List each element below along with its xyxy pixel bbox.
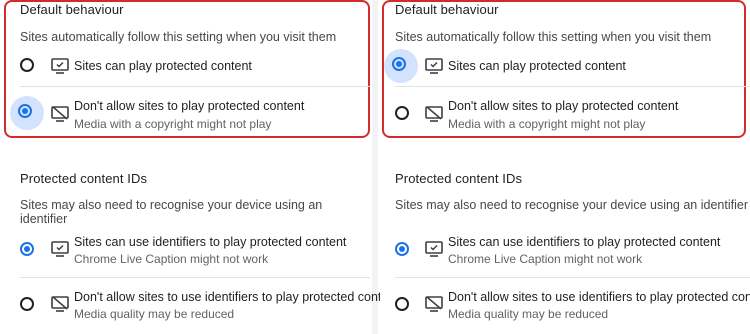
allow-identifiers-label: Sites can use identifiers to play protec… (448, 235, 721, 249)
radio-block-identifiers[interactable] (20, 297, 34, 311)
separator (395, 277, 750, 278)
block-label: Don't allow sites to play protected cont… (74, 99, 305, 113)
panel-divider (372, 0, 378, 334)
block-identifiers-label: Don't allow sites to use identifiers to … (448, 290, 750, 304)
monitor-blocked-icon (425, 106, 443, 122)
block-sublabel: Media with a copyright might not play (74, 117, 272, 131)
radio-block[interactable] (395, 106, 409, 120)
block-identifiers-sublabel: Media quality may be reduced (448, 307, 609, 321)
monitor-check-icon (425, 241, 443, 257)
option-allow-identifiers[interactable]: Sites can use identifiers to play protec… (380, 230, 750, 270)
allow-label: Sites can play protected content (74, 59, 252, 73)
separator (395, 86, 750, 87)
radio-block-identifiers[interactable] (395, 297, 409, 311)
separator (20, 277, 370, 278)
option-block-identifiers[interactable]: Don't allow sites to use identifiers to … (380, 285, 750, 325)
monitor-check-icon (51, 58, 69, 74)
allow-label: Sites can play protected content (448, 59, 626, 73)
allow-identifiers-label: Sites can use identifiers to play protec… (74, 235, 347, 249)
monitor-blocked-icon (425, 296, 443, 312)
option-block-protected-content[interactable]: Don't allow sites to play protected cont… (380, 94, 750, 134)
allow-identifiers-sublabel: Chrome Live Caption might not work (74, 252, 269, 266)
settings-panel-after: Default behaviour Sites automatically fo… (380, 0, 750, 334)
radio-allow[interactable] (20, 58, 34, 72)
default-behaviour-heading: Default behaviour (395, 2, 499, 17)
default-behaviour-description: Sites automatically follow this setting … (395, 30, 712, 44)
option-block-protected-content[interactable]: Don't allow sites to play protected cont… (0, 94, 370, 134)
block-identifiers-sublabel: Media quality may be reduced (74, 307, 235, 321)
option-allow-protected-content[interactable]: Sites can play protected content (380, 48, 750, 88)
selected-halo (10, 96, 44, 130)
protected-ids-description: Sites may also need to recognise your de… (395, 198, 748, 212)
allow-identifiers-sublabel: Chrome Live Caption might not work (448, 252, 643, 266)
separator (20, 86, 370, 87)
radio-allow[interactable] (392, 57, 406, 71)
protected-ids-heading: Protected content IDs (395, 171, 523, 186)
monitor-blocked-icon (51, 296, 69, 312)
selected-halo (384, 49, 418, 83)
protected-ids-description: Sites may also need to recognise your de… (20, 198, 323, 226)
monitor-check-icon (425, 58, 443, 74)
block-identifiers-label: Don't allow sites to use identifiers to … (74, 290, 399, 304)
option-block-identifiers[interactable]: Don't allow sites to use identifiers to … (0, 285, 399, 325)
monitor-blocked-icon (51, 106, 69, 122)
default-behaviour-description: Sites automatically follow this setting … (20, 30, 337, 44)
block-sublabel: Media with a copyright might not play (448, 117, 646, 131)
option-allow-protected-content[interactable]: Sites can play protected content (0, 48, 370, 88)
default-behaviour-heading: Default behaviour (20, 2, 124, 17)
radio-block[interactable] (18, 104, 32, 118)
radio-allow-identifiers[interactable] (20, 242, 34, 256)
monitor-check-icon (51, 241, 69, 257)
option-allow-identifiers[interactable]: Sites can use identifiers to play protec… (0, 230, 370, 270)
settings-panel-before: Default behaviour Sites automatically fo… (0, 0, 399, 334)
protected-ids-heading: Protected content IDs (20, 171, 148, 186)
block-label: Don't allow sites to play protected cont… (448, 99, 679, 113)
radio-allow-identifiers[interactable] (395, 242, 409, 256)
